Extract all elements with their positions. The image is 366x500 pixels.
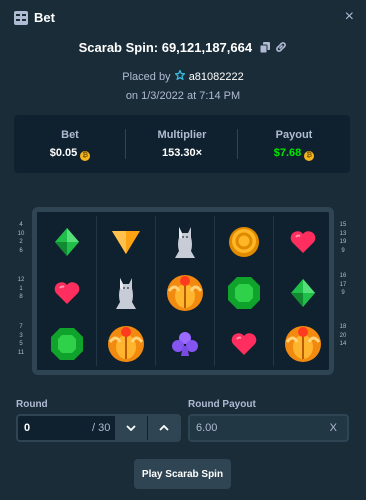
clear-icon: X <box>329 422 337 434</box>
chevron-up-icon <box>159 425 169 431</box>
heart-symbol-icon <box>274 216 332 268</box>
round-total: / 30 <box>92 422 111 434</box>
payline-number: 2 <box>19 239 23 245</box>
green-diamond-symbol-icon <box>274 267 332 319</box>
multiplier-label: Multiplier <box>157 129 207 141</box>
scarab-symbol-icon <box>156 267 214 319</box>
payline-number: 16 <box>339 273 347 279</box>
payline-number: 15 <box>339 222 347 228</box>
round-down-button[interactable] <box>115 416 147 440</box>
slot-board <box>32 207 334 375</box>
payout-label: Payout <box>275 129 313 141</box>
round-up-button[interactable] <box>148 416 180 440</box>
placed-by-label: Placed by <box>122 71 171 83</box>
play-scarab-spin-button[interactable]: Play Scarab Spin <box>134 459 231 489</box>
payout-stat: Payout $7.68 ₿ <box>238 115 350 173</box>
payline-number: 18 <box>339 324 347 330</box>
payline-number: 1 <box>19 285 23 292</box>
payline-number: 4 <box>19 222 23 228</box>
payline-number: 11 <box>17 349 25 356</box>
payline-number: 17 <box>339 281 347 288</box>
heart-symbol-icon <box>215 318 273 370</box>
cat-statue-symbol-icon <box>156 216 214 268</box>
coin-icon: ₿ <box>304 151 315 161</box>
payline-left-row-2: 12 1 8 <box>14 276 28 302</box>
payline-number: 19 <box>339 239 347 245</box>
heart-symbol-icon <box>38 267 96 319</box>
payline-left-row-1: 4 10 2 6 <box>14 221 28 255</box>
payline-number: 3 <box>19 332 23 339</box>
scarab-symbol-icon <box>274 318 332 370</box>
round-payout-label: Round Payout <box>188 399 256 410</box>
bet-icon <box>14 11 28 25</box>
link-icon[interactable] <box>275 41 287 56</box>
payline-number: 9 <box>341 290 345 296</box>
scarab-symbol-icon <box>97 318 155 370</box>
multiplier-stat: Multiplier 153.30× <box>126 115 238 173</box>
payline-number: 13 <box>339 230 347 237</box>
gold-coin-symbol-icon <box>215 216 273 268</box>
coin-icon: ₿ <box>80 151 91 161</box>
bet-stat: Bet $0.05 ₿ <box>14 115 126 173</box>
purple-club-symbol-icon <box>156 318 214 370</box>
modal-title: Bet <box>34 10 55 25</box>
spin-title-row: Scarab Spin: 69,121,187,664 <box>0 40 366 56</box>
bet-stats-panel: Bet $0.05 ₿ Multiplier 153.30× Payout $7.… <box>14 115 350 173</box>
payline-right-row-1: 15 13 19 9 <box>336 221 350 255</box>
bet-date: on 1/3/2022 at 7:14 PM <box>125 90 241 102</box>
emerald-symbol-icon <box>215 267 273 319</box>
orange-triangle-symbol-icon <box>97 216 155 268</box>
green-diamond-symbol-icon <box>38 216 96 268</box>
payline-right-row-3: 18 20 14 <box>336 323 350 349</box>
payline-number: 10 <box>17 230 25 237</box>
payline-number: 7 <box>19 324 23 330</box>
payline-number: 8 <box>19 294 23 300</box>
emerald-symbol-icon <box>38 318 96 370</box>
payline-number: 6 <box>19 247 23 254</box>
placed-by-row: Placed by a81082222 <box>0 68 366 83</box>
payline-number: 9 <box>341 247 345 254</box>
vip-star-icon <box>173 68 186 83</box>
bet-value-row: $0.05 ₿ <box>14 147 126 161</box>
payout-value-row: $7.68 ₿ <box>238 147 350 161</box>
copy-icon[interactable] <box>259 41 270 56</box>
modal-header: Bet × <box>0 0 366 36</box>
payline-number: 20 <box>339 332 347 339</box>
payline-number: 14 <box>339 341 347 347</box>
payline-left-row-3: 7 3 5 11 <box>14 323 28 357</box>
payline-right-row-2: 16 17 9 <box>336 272 350 298</box>
bet-value: $0.05 <box>49 147 78 159</box>
round-label: Round <box>16 399 48 410</box>
username-link[interactable]: a81082222 <box>189 71 244 83</box>
round-payout-field: 6.00 X <box>188 414 349 442</box>
cat-statue-symbol-icon <box>97 267 155 319</box>
spin-title: Scarab Spin: 69,121,187,664 <box>78 40 253 55</box>
multiplier-value: 153.30× <box>161 147 203 159</box>
round-value: 0 <box>24 422 31 434</box>
payline-number: 5 <box>19 341 23 347</box>
payout-value: $7.68 <box>273 147 302 159</box>
close-icon[interactable]: × <box>345 8 354 26</box>
payline-number: 12 <box>17 277 25 283</box>
round-payout-value: 6.00 <box>196 422 218 434</box>
bet-label: Bet <box>61 129 79 141</box>
round-input[interactable]: 0 / 30 <box>16 414 181 442</box>
chevron-down-icon <box>126 425 136 431</box>
